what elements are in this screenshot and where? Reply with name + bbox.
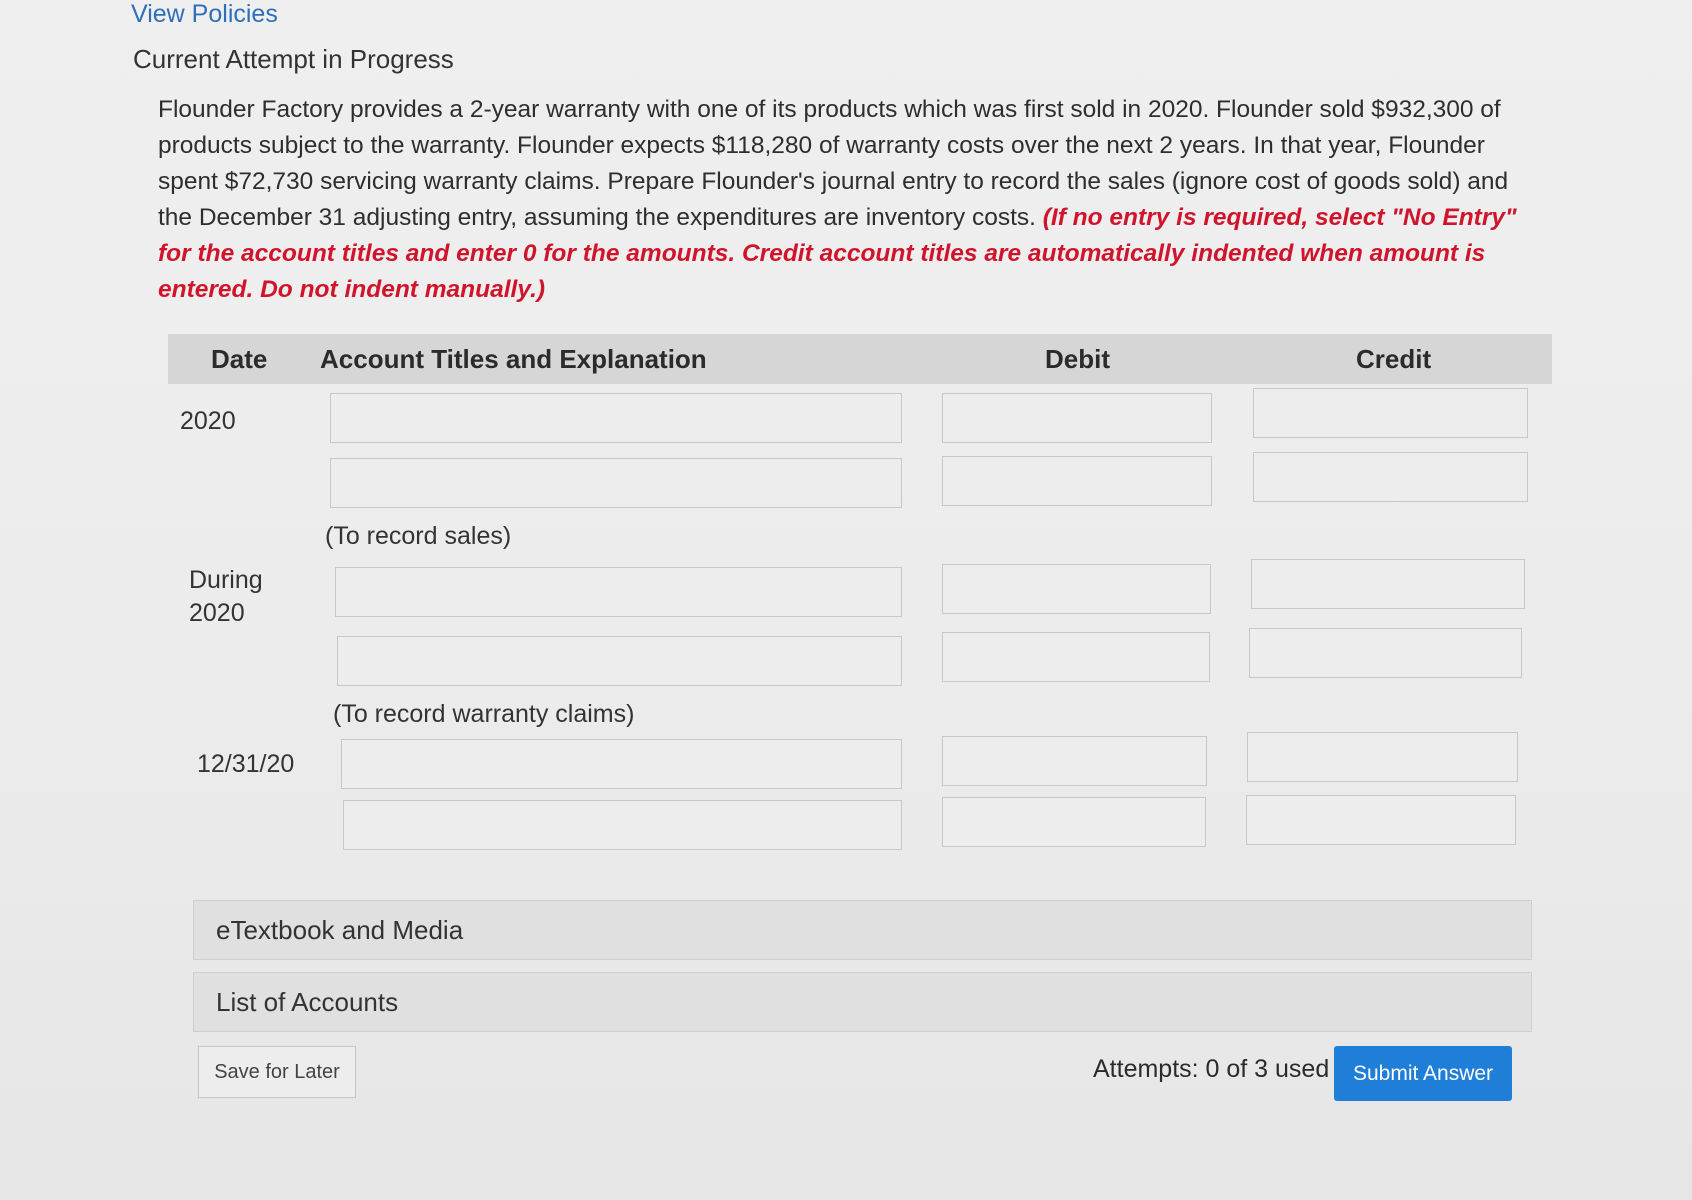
debit-input[interactable] <box>942 797 1206 847</box>
entry-date-line: 2020 <box>189 599 245 627</box>
debit-input[interactable] <box>942 632 1210 682</box>
entry-note: (To record warranty claims) <box>333 700 635 728</box>
list-of-accounts-section[interactable]: List of Accounts <box>193 972 1532 1032</box>
attempt-title: Current Attempt in Progress <box>133 44 454 74</box>
page: View Policies Current Attempt in Progres… <box>0 0 1692 1200</box>
debit-input[interactable] <box>942 456 1212 506</box>
view-policies-link[interactable]: View Policies <box>131 0 278 29</box>
header-credit: Credit <box>1356 344 1432 374</box>
entry-date-line: 12/31/20 <box>197 750 295 778</box>
debit-input[interactable] <box>942 736 1207 786</box>
credit-input[interactable] <box>1246 795 1516 845</box>
entry-date: During 2020 <box>189 564 263 630</box>
journal-table-header: Date Account Titles and Explanation Debi… <box>168 334 1552 384</box>
entry-note: (To record sales) <box>325 522 512 550</box>
entry-date-line: 2020 <box>180 407 236 435</box>
credit-input[interactable] <box>1247 732 1518 782</box>
entry-date: 12/31/20 <box>197 748 294 781</box>
account-title-input[interactable] <box>341 739 902 789</box>
save-for-later-button[interactable]: Save for Later <box>198 1046 356 1098</box>
account-title-input[interactable] <box>330 458 902 508</box>
account-title-input[interactable] <box>337 636 902 686</box>
entry-date: 2020 <box>180 405 236 438</box>
header-account: Account Titles and Explanation <box>320 344 707 374</box>
header-date: Date <box>211 344 268 374</box>
account-title-input[interactable] <box>343 800 902 850</box>
attempts-counter: Attempts: 0 of 3 used <box>1093 1055 1330 1083</box>
credit-input[interactable] <box>1253 452 1528 502</box>
question-text: Flounder Factory provides a 2-year warra… <box>158 92 1538 308</box>
header-debit: Debit <box>1045 344 1110 374</box>
submit-answer-button[interactable]: Submit Answer <box>1334 1046 1512 1101</box>
credit-input[interactable] <box>1253 388 1528 438</box>
account-title-input[interactable] <box>330 393 902 443</box>
account-title-input[interactable] <box>335 567 902 617</box>
credit-input[interactable] <box>1249 628 1522 678</box>
debit-input[interactable] <box>942 564 1211 614</box>
etextbook-media-section[interactable]: eTextbook and Media <box>193 900 1532 960</box>
entry-date-line: During <box>189 566 263 594</box>
debit-input[interactable] <box>942 393 1212 443</box>
credit-input[interactable] <box>1251 559 1525 609</box>
